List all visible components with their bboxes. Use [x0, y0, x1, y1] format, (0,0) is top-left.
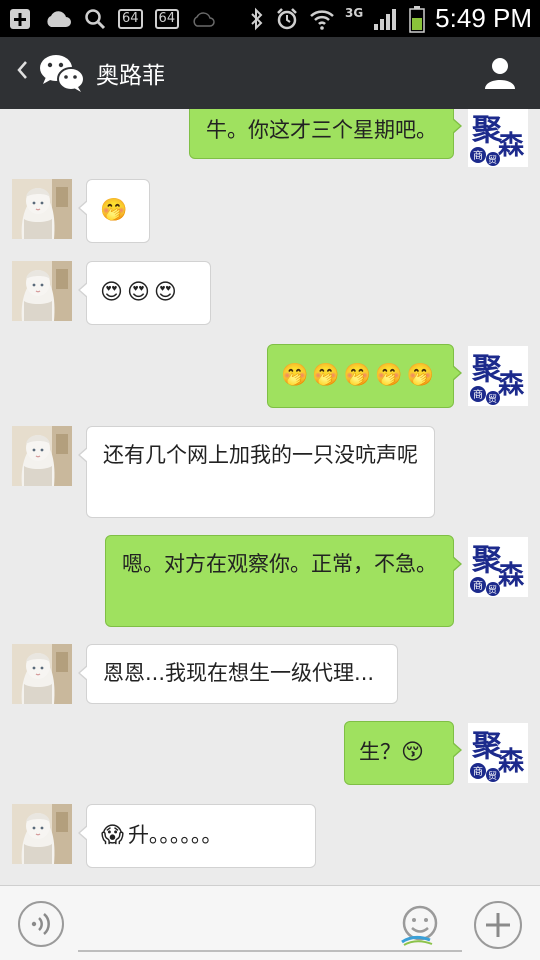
contact-avatar[interactable] — [12, 426, 72, 486]
svg-text:森: 森 — [498, 131, 525, 161]
svg-text:商: 商 — [473, 765, 483, 778]
received-bubble[interactable]: 恩恩...我现在想生一级代理... — [78, 644, 398, 704]
contact-avatar[interactable] — [12, 179, 72, 239]
contact-avatar[interactable] — [12, 644, 72, 704]
svg-text:森: 森 — [498, 747, 525, 777]
plus-box-icon — [8, 7, 32, 31]
emoji-icon: 🤭 — [406, 363, 435, 388]
wifi-icon — [309, 8, 335, 30]
message-row: 牛。你这才三个星期吧。 聚森商贸 — [0, 109, 540, 171]
clock: 5:49 PM — [435, 3, 532, 33]
message-row: 恩恩...我现在想生一级代理... — [0, 644, 540, 704]
emoji-button[interactable] — [400, 904, 440, 946]
signal-icon — [373, 7, 399, 31]
message-text: 牛。你这才三个星期吧。 — [206, 118, 437, 142]
message-text: 还有几个网上加我的一只没吭声呢 — [103, 443, 418, 467]
emoji-icon: 🤭 — [281, 363, 309, 388]
emoji-icon: 🤭 — [100, 198, 128, 223]
contact-avatar[interactable] — [12, 261, 72, 321]
svg-text:贸: 贸 — [488, 584, 497, 596]
message-text: 升。。。。。。 — [127, 823, 223, 847]
message-text: 生？ — [359, 740, 401, 764]
voice-icon — [31, 913, 50, 935]
emoji-icon: 😍 — [100, 280, 123, 305]
sent-bubble[interactable]: 牛。你这才三个星期吧。 — [189, 109, 462, 159]
emoji-icon: 😚 — [401, 740, 424, 765]
battery-icon — [409, 5, 425, 33]
svg-text:贸: 贸 — [488, 770, 497, 782]
svg-text:商: 商 — [473, 388, 483, 401]
message-row: 嗯。对方在观察你。正常，不急。 聚森商贸 — [0, 535, 540, 627]
emoji-icon: 🤭 — [343, 363, 372, 388]
message-list[interactable]: 牛。你这才三个星期吧。 聚森商贸 🤭 😍 😍 😍 🤭 🤭 🤭 🤭 🤭 聚森商贸 还有几个网上… — [0, 109, 540, 885]
sent-bubble[interactable]: 嗯。对方在观察你。正常，不急。 — [105, 535, 462, 627]
voice-button[interactable] — [18, 901, 64, 947]
wechat-logo-icon[interactable] — [38, 52, 86, 94]
svg-text:商: 商 — [473, 149, 483, 162]
sent-bubble[interactable]: 生？😚 — [344, 721, 462, 785]
back-chevron-icon[interactable] — [8, 59, 36, 87]
chat-title: 奥路菲 — [96, 63, 165, 89]
search-icon — [84, 8, 106, 30]
storage-64-icon-2: 64 — [154, 8, 180, 29]
received-bubble[interactable]: 还有几个网上加我的一只没吭声呢 — [78, 426, 435, 518]
message-text: 恩恩...我现在想生一级代理... — [103, 661, 375, 685]
plus-button[interactable] — [474, 901, 522, 949]
received-bubble[interactable]: 😱 升。。。。。。 — [78, 804, 316, 868]
cloud-icon — [44, 9, 72, 29]
message-row: 🤭 🤭 🤭 🤭 🤭 聚森商贸 — [0, 344, 540, 408]
svg-text:森: 森 — [498, 370, 525, 400]
received-bubble[interactable]: 🤭 — [78, 179, 150, 243]
my-avatar[interactable]: 聚森商贸 — [468, 723, 528, 783]
profile-icon[interactable] — [482, 55, 518, 91]
contact-avatar[interactable] — [12, 804, 72, 864]
message-row: 还有几个网上加我的一只没吭声呢 — [0, 426, 540, 518]
svg-text:贸: 贸 — [488, 393, 497, 405]
received-bubble[interactable]: 😍 😍 😍 — [78, 261, 211, 325]
bluetooth-icon — [249, 7, 265, 31]
network-type-label: 3G — [344, 6, 364, 20]
my-avatar[interactable]: 聚森商贸 — [468, 109, 528, 167]
plus-icon — [486, 913, 510, 937]
message-row: 🤭 — [0, 179, 540, 243]
svg-text:贸: 贸 — [488, 154, 497, 166]
emoji-icon: 😱 — [101, 823, 124, 848]
my-avatar[interactable]: 聚森商贸 — [468, 537, 528, 597]
status-bar: 64 64 3G 5:49 PM — [0, 0, 540, 37]
chat-header: 奥路菲 — [0, 37, 540, 109]
message-row: 😍 😍 😍 — [0, 261, 540, 325]
message-text: 嗯。对方在观察你。正常，不急。 — [122, 552, 437, 576]
sent-bubble[interactable]: 🤭 🤭 🤭 🤭 🤭 — [267, 344, 462, 408]
svg-text:商: 商 — [473, 579, 483, 592]
my-avatar[interactable]: 聚森商贸 — [468, 346, 528, 406]
alarm-icon — [275, 7, 299, 31]
weather-icon — [191, 9, 215, 29]
message-row: 😱 升。。。。。。 — [0, 804, 540, 868]
storage-64-icon: 64 — [118, 8, 143, 29]
emoji-icon: 🤭 — [375, 363, 403, 388]
emoji-icon: 😍 — [153, 280, 177, 305]
emoji-icon: 🤭 — [312, 363, 340, 388]
input-bar — [0, 885, 540, 960]
svg-text:森: 森 — [498, 561, 525, 591]
message-row: 生？😚 聚森商贸 — [0, 721, 540, 785]
emoji-icon: 😍 — [126, 280, 150, 305]
emoji-icon — [401, 905, 438, 946]
